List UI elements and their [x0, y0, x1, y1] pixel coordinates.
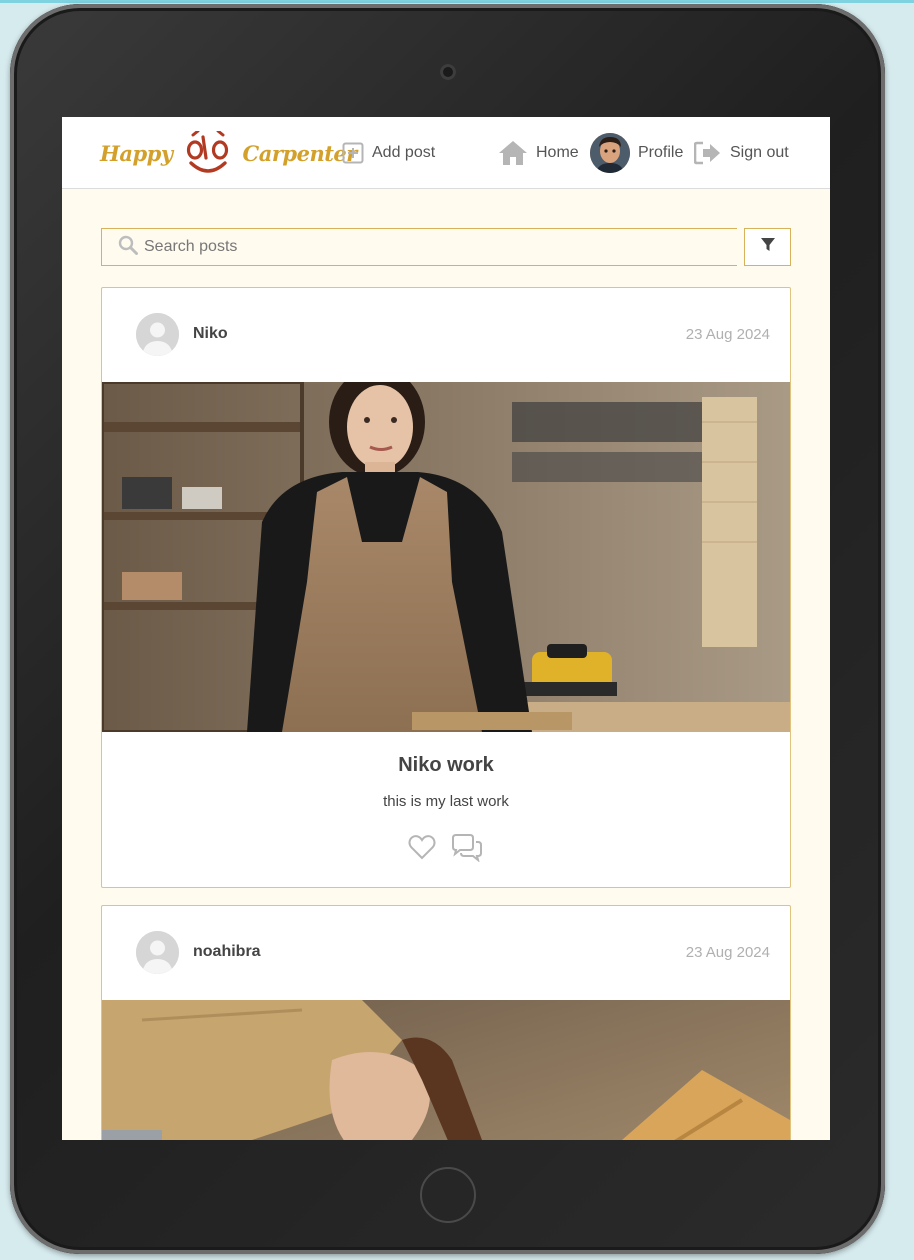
- nav-home[interactable]: Home: [498, 135, 579, 171]
- brand-logo[interactable]: Happy Carpenter: [100, 131, 357, 175]
- nav-profile-label: Profile: [638, 144, 684, 161]
- page-top-border: [0, 0, 914, 3]
- tablet-home-button: [420, 1167, 476, 1223]
- post-card[interactable]: Niko 23 Aug 2024 Niko work this is my la…: [101, 287, 791, 888]
- filter-icon: [760, 237, 776, 258]
- nav-home-label: Home: [536, 144, 579, 161]
- search-input[interactable]: [144, 238, 704, 256]
- post-author-name[interactable]: Niko: [193, 325, 228, 343]
- navbar: Happy Carpenter Add post Home Profile Si…: [62, 117, 830, 189]
- tablet-camera: [440, 64, 456, 80]
- post-header: noahibra 23 Aug 2024: [102, 906, 790, 1000]
- post-content: this is my last work: [383, 793, 509, 810]
- sign-out-icon: [694, 141, 722, 165]
- post-author-name[interactable]: noahibra: [193, 943, 261, 961]
- brand-smiley-mark: [183, 131, 233, 175]
- post-card[interactable]: noahibra 23 Aug 2024: [101, 905, 791, 1140]
- default-avatar-icon: [136, 931, 179, 974]
- profile-avatar: [590, 133, 630, 173]
- nav-add-post-label: Add post: [372, 144, 436, 161]
- comments-icon[interactable]: [450, 834, 484, 862]
- post-header: Niko 23 Aug 2024: [102, 288, 790, 382]
- smiley-logo-icon: [186, 131, 228, 173]
- post-date: 23 Aug 2024: [685, 326, 770, 343]
- app-screen: Happy Carpenter Add post Home Profile Si…: [62, 117, 830, 1140]
- post-image[interactable]: [102, 1000, 790, 1140]
- search-bar: [101, 228, 737, 266]
- woodworker-photo-image: [102, 382, 790, 732]
- heart-icon[interactable]: [408, 834, 436, 862]
- post-author-avatar[interactable]: [136, 313, 179, 356]
- filter-button[interactable]: [744, 228, 791, 266]
- search-icon: [118, 235, 138, 260]
- post-title[interactable]: Niko work: [102, 754, 790, 777]
- sawing-photo-image: [102, 1000, 790, 1140]
- nav-add-post[interactable]: Add post: [342, 135, 435, 171]
- post-image[interactable]: [102, 382, 790, 732]
- nav-sign-out[interactable]: Sign out: [694, 135, 789, 171]
- brand-word-left: Happy: [100, 140, 173, 166]
- nav-profile[interactable]: Profile: [590, 133, 684, 173]
- post-date: 23 Aug 2024: [685, 944, 770, 961]
- post-author-avatar[interactable]: [136, 931, 179, 974]
- default-avatar-icon: [136, 313, 179, 356]
- home-icon: [498, 140, 528, 166]
- post-actions: [102, 834, 790, 862]
- tablet-frame: Happy Carpenter Add post Home Profile Si…: [10, 4, 885, 1254]
- plus-square-icon: [342, 142, 364, 164]
- nav-sign-out-label: Sign out: [730, 144, 789, 161]
- brand-word-right: Carpenter: [242, 140, 358, 166]
